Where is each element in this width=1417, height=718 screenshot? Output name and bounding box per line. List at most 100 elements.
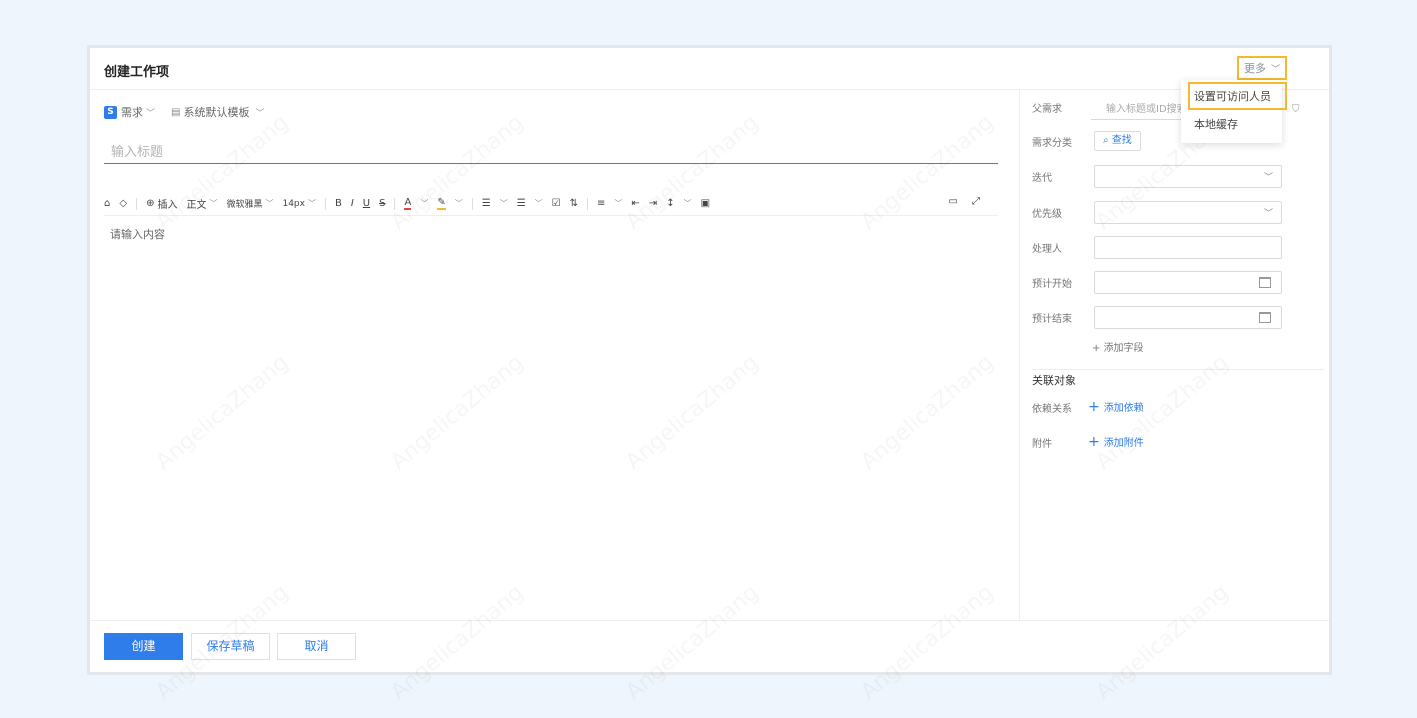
cancel-button[interactable]: 取消: [277, 633, 356, 660]
menu-item-local-cache[interactable]: 本地缓存: [1188, 112, 1283, 140]
find-button[interactable]: ⌕ 查找: [1094, 131, 1141, 151]
align-icon[interactable]: ≡: [597, 198, 605, 209]
priority-label: 优先级: [1032, 209, 1062, 220]
bold-icon[interactable]: B: [335, 198, 342, 209]
dialog-header: 创建工作项 更多 ﹀: [90, 48, 1329, 90]
chevron-down-icon[interactable]: ﹀: [684, 198, 692, 209]
divider: [587, 197, 589, 210]
search-icon: ⌕: [1103, 135, 1109, 146]
paragraph-select[interactable]: 正文 ﹀: [186, 196, 217, 211]
attachment-label: 附件: [1032, 438, 1052, 450]
menu-item-set-access[interactable]: 设置可访问人员: [1188, 82, 1287, 110]
story-type-icon: S: [104, 105, 117, 119]
line-height-icon[interactable]: ↕: [666, 198, 674, 209]
font-select[interactable]: 微软雅黑 ﹀: [226, 197, 273, 210]
more-button[interactable]: 更多 ﹀: [1237, 56, 1287, 80]
underline-icon[interactable]: U: [363, 198, 370, 209]
end-date-input[interactable]: [1094, 306, 1282, 329]
end-date-field: 预计结束: [1032, 306, 1282, 329]
create-button[interactable]: 创建: [104, 633, 183, 660]
chevron-down-icon: ﹀: [265, 199, 274, 208]
more-label: 更多: [1243, 62, 1266, 75]
italic-icon[interactable]: I: [351, 198, 354, 209]
assignee-label: 处理人: [1032, 244, 1062, 255]
plus-icon: +: [1088, 434, 1100, 450]
chevron-down-icon[interactable]: ﹀: [614, 198, 622, 209]
paragraph-label: 正文: [186, 200, 207, 211]
template-icon: ▤: [171, 106, 181, 118]
chevron-down-icon: ﹀: [1263, 209, 1273, 219]
chevron-down-icon[interactable]: ﹀: [420, 198, 428, 209]
start-date-input[interactable]: [1094, 271, 1282, 294]
iteration-field: 迭代 ﹀: [1032, 165, 1282, 188]
parent-label: 父需求: [1032, 104, 1062, 115]
indent-decrease-icon[interactable]: ⇤: [631, 198, 639, 209]
font-label: 微软雅黑: [226, 200, 263, 210]
priority-select[interactable]: ﹀: [1094, 201, 1282, 224]
save-draft-button[interactable]: 保存草稿: [191, 633, 270, 660]
add-dependency-button[interactable]: + 添加依赖: [1088, 399, 1144, 415]
chevron-down-icon: ﹀: [1263, 173, 1273, 183]
chevron-down-icon: ﹀: [1270, 64, 1280, 75]
category-field: 需求分类 ⌕ 查找: [1032, 131, 1141, 151]
plus-circle-icon: ⊕: [146, 198, 155, 209]
add-field-button[interactable]: + 添加字段: [1092, 339, 1144, 354]
plus-icon: +: [1088, 399, 1100, 415]
filter-icon[interactable]: ⛉: [1292, 104, 1300, 115]
title-input[interactable]: [104, 142, 998, 164]
chevron-down-icon[interactable]: ﹀: [500, 198, 508, 209]
assignee-input[interactable]: [1094, 236, 1282, 259]
section-divider: [1032, 369, 1324, 370]
add-attachment-button[interactable]: + 添加附件: [1088, 434, 1144, 450]
type-selector-row: S 需求 ﹀ ▤ 系统默认模板 ﹀: [104, 104, 264, 120]
numbered-list-icon[interactable]: ☰: [517, 198, 526, 209]
find-label: 查找: [1111, 135, 1132, 146]
divider: [394, 197, 396, 210]
format-painter-icon[interactable]: ⌂: [104, 198, 110, 209]
list-sort-icon[interactable]: ⇅: [570, 198, 578, 209]
editor-panel: S 需求 ﹀ ▤ 系统默认模板 ﹀ ⌂ ◇ ⊕插入 正文﹀ 微软雅黑﹀ 14px…: [90, 90, 1020, 620]
category-label: 需求分类: [1032, 137, 1072, 149]
chevron-down-icon[interactable]: ﹀: [455, 198, 463, 209]
strikethrough-icon[interactable]: S: [379, 198, 385, 209]
insert-button[interactable]: ⊕ 插入: [146, 196, 177, 211]
highlight-icon[interactable]: ✎: [437, 197, 446, 210]
eraser-icon[interactable]: ◇: [119, 198, 127, 209]
related-section-title: 关联对象: [1032, 374, 1076, 387]
font-size-label: 14px: [282, 198, 305, 209]
calendar-icon: [1259, 312, 1271, 323]
code-block-icon[interactable]: ▣: [701, 198, 710, 209]
create-work-item-dialog: 创建工作项 更多 ﹀ 设置可访问人员 本地缓存 S 需求 ﹀ ▤ 系统默认模板 …: [87, 45, 1332, 675]
priority-field: 优先级 ﹀: [1032, 201, 1282, 224]
template-label: 系统默认模板: [183, 106, 250, 119]
dialog-footer: 创建 保存草稿 取消: [90, 620, 1329, 675]
calendar-icon: [1259, 277, 1271, 288]
template-select[interactable]: ▤ 系统默认模板 ﹀: [171, 104, 264, 120]
font-size-select[interactable]: 14px ﹀: [282, 198, 316, 209]
dependency-row: 依赖关系 + 添加依赖: [1032, 399, 1144, 415]
font-color-icon[interactable]: A: [404, 197, 412, 210]
type-select[interactable]: 需求 ﹀: [121, 104, 155, 120]
divider: [136, 197, 138, 210]
type-label: 需求: [121, 106, 143, 119]
divider: [471, 197, 473, 210]
chevron-down-icon[interactable]: ﹀: [535, 198, 543, 209]
chevron-down-icon: ﹀: [209, 199, 218, 208]
divider: [324, 197, 326, 210]
start-label: 预计开始: [1032, 279, 1072, 290]
layout-icon[interactable]: ▭: [949, 196, 958, 207]
dialog-title: 创建工作项: [104, 65, 170, 80]
dependency-label: 依赖关系: [1032, 403, 1072, 415]
end-label: 预计结束: [1032, 314, 1072, 325]
chevron-down-icon: ﹀: [255, 108, 265, 119]
attachment-row: 附件 + 添加附件: [1032, 434, 1144, 450]
start-date-field: 预计开始: [1032, 271, 1282, 294]
indent-increase-icon[interactable]: ⇥: [649, 198, 657, 209]
iteration-select[interactable]: ﹀: [1094, 165, 1282, 188]
add-attachment-label: 添加附件: [1103, 438, 1144, 449]
checklist-icon[interactable]: ☑: [552, 198, 561, 209]
fullscreen-icon[interactable]: ⤢: [972, 196, 980, 207]
bullet-list-icon[interactable]: ☰: [482, 198, 491, 209]
chevron-down-icon: ﹀: [307, 199, 316, 208]
editor-body-placeholder[interactable]: 请输入内容: [110, 226, 165, 242]
